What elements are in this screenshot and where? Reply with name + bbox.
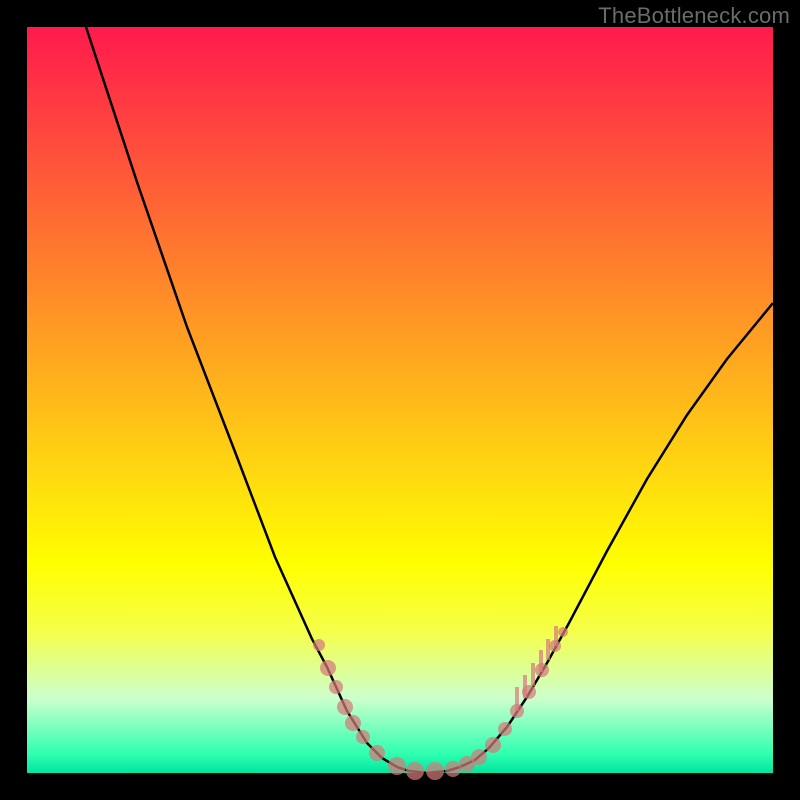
marker-dot <box>345 715 361 731</box>
marker-dot <box>498 722 512 736</box>
marker-dot <box>320 660 336 676</box>
marker-dot <box>369 745 385 761</box>
marker-dot <box>445 761 461 777</box>
marker-dot <box>485 737 501 753</box>
marker-dot <box>313 639 325 651</box>
marker-dot <box>510 704 524 718</box>
marker-dot <box>549 640 561 652</box>
bottleneck-curve-svg <box>27 27 773 773</box>
gradient-plot-area <box>27 27 773 773</box>
marker-dot <box>522 685 536 699</box>
watermark-label: TheBottleneck.com <box>598 3 790 29</box>
bottleneck-curve <box>86 27 773 773</box>
marker-dots <box>313 627 568 780</box>
marker-dot <box>356 730 370 744</box>
marker-dot <box>535 663 549 677</box>
marker-dot <box>426 762 444 780</box>
marker-dot <box>406 762 424 780</box>
marker-dot <box>471 749 487 765</box>
marker-dot <box>558 627 568 637</box>
marker-dot <box>329 680 343 694</box>
marker-dot <box>337 699 353 715</box>
marker-dot <box>388 757 406 775</box>
